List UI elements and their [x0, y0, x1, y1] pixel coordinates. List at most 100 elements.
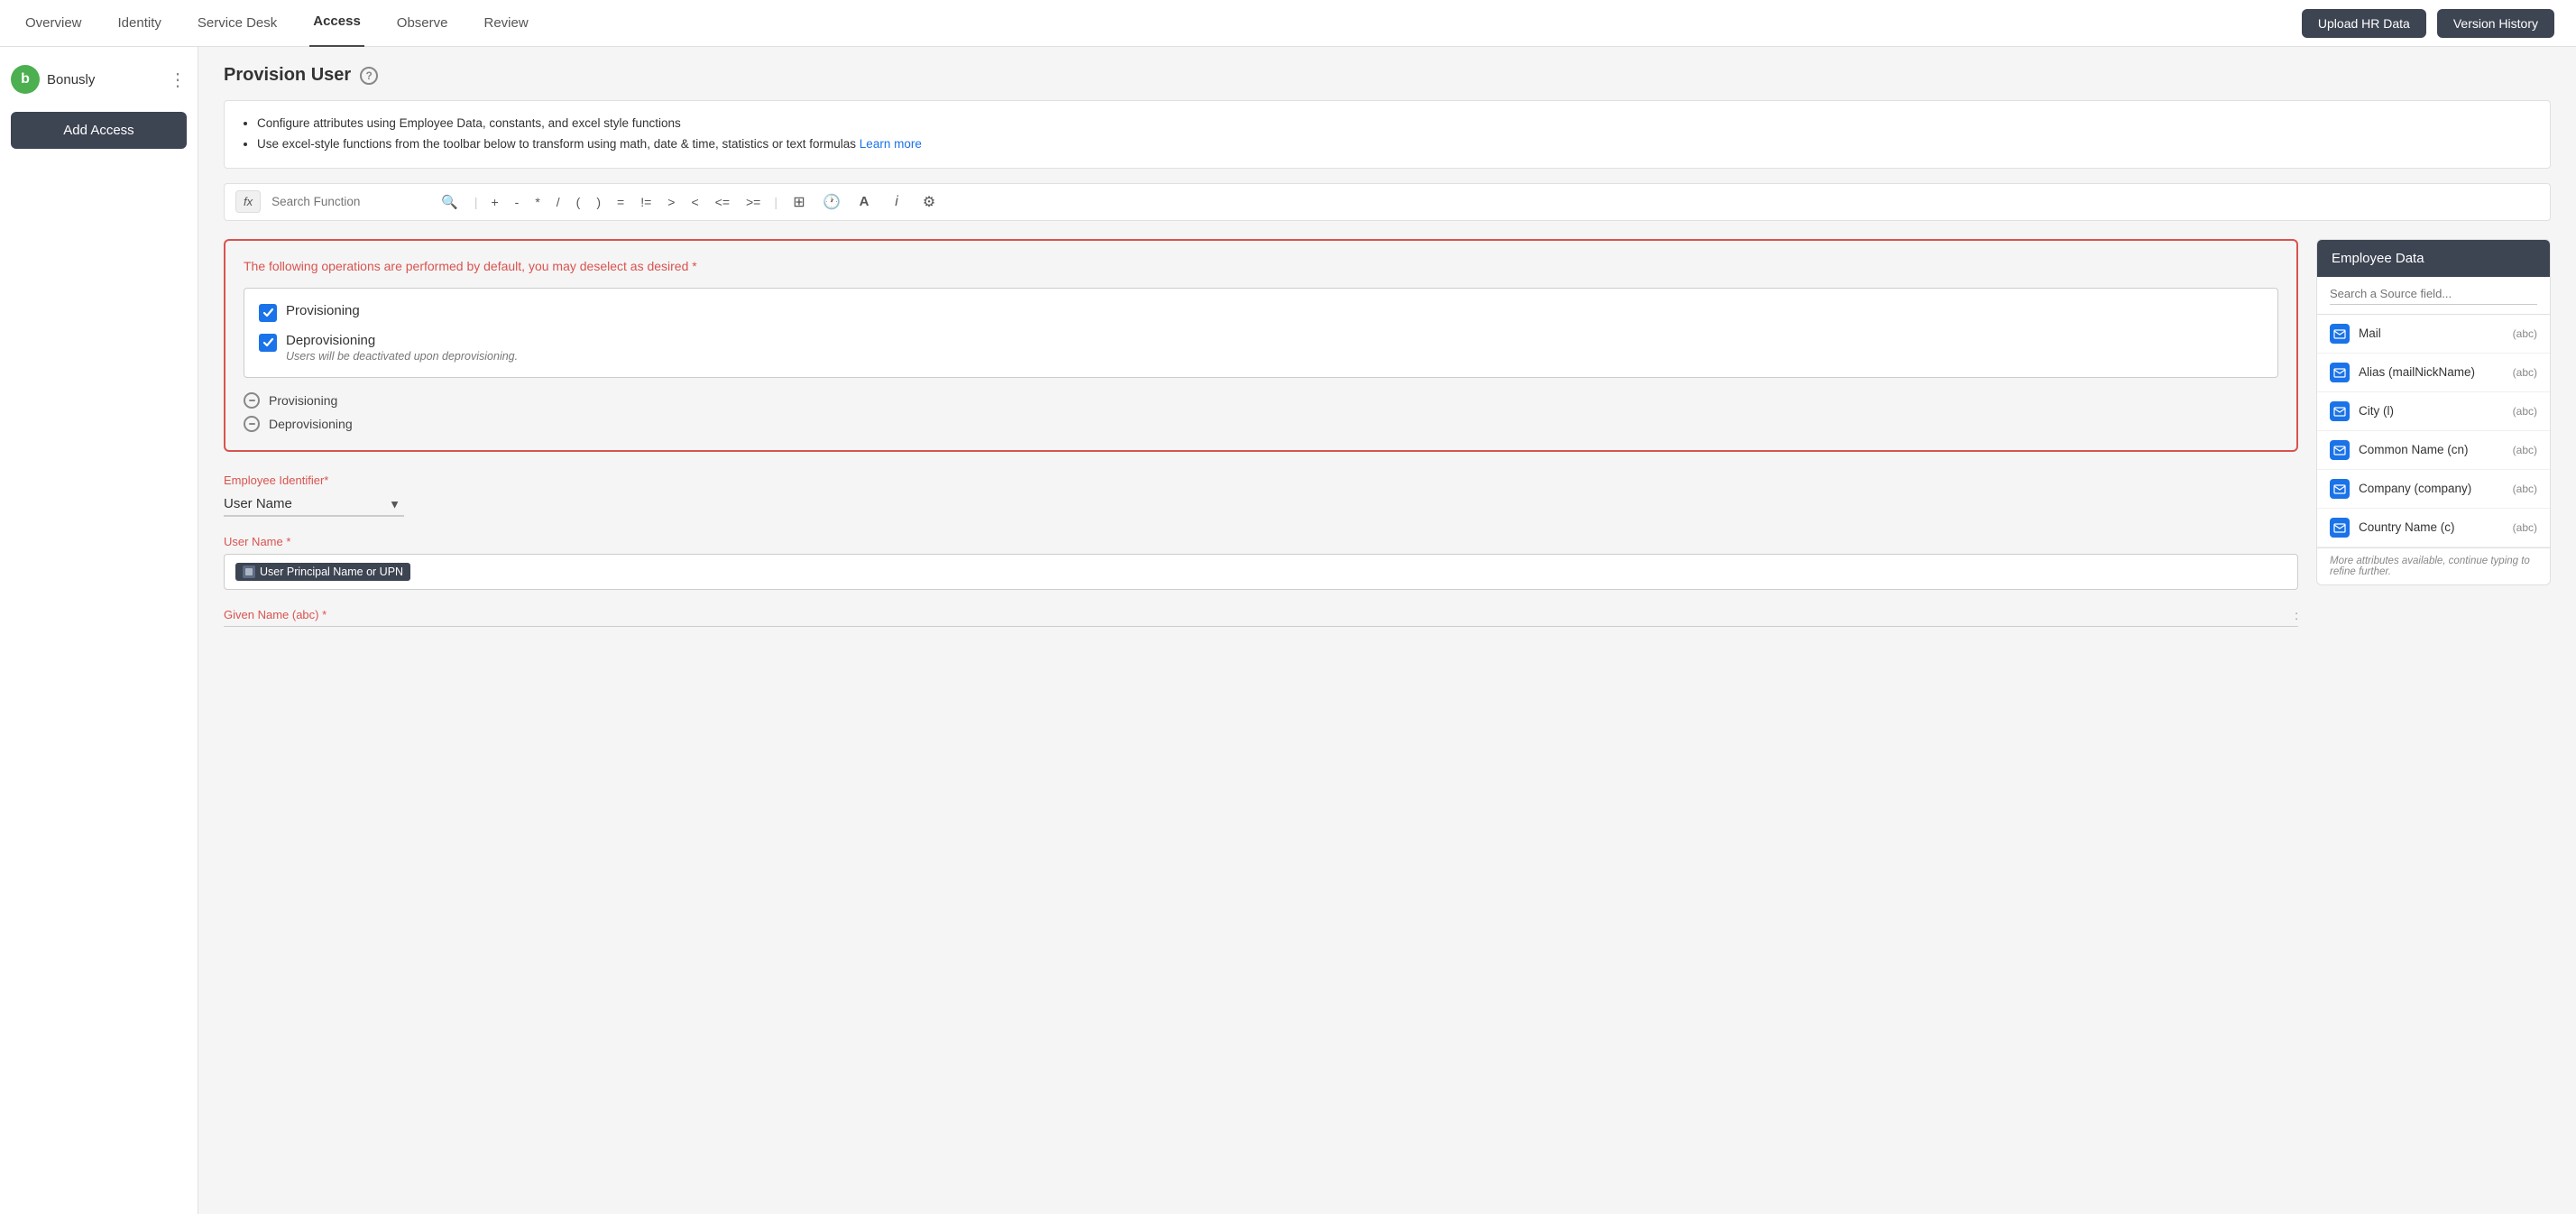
deprovisioning-sublabel: Users will be deactivated upon deprovisi…	[286, 350, 518, 363]
op-equals[interactable]: =	[612, 193, 629, 211]
emp-item-mail[interactable]: Mail (abc)	[2317, 315, 2550, 354]
emp-country-name: Country Name (c)	[2359, 520, 2504, 534]
nav-overview[interactable]: Overview	[22, 0, 86, 47]
employee-identifier-select[interactable]: User Name	[224, 492, 404, 517]
given-name-label: Given Name (abc) *	[224, 608, 327, 621]
circle-provisioning: Provisioning	[244, 392, 2278, 409]
info-box: Configure attributes using Employee Data…	[224, 100, 2551, 169]
info-icon[interactable]: i	[884, 189, 909, 215]
emp-item-cn[interactable]: Common Name (cn) (abc)	[2317, 431, 2550, 470]
text-icon[interactable]: A	[851, 189, 877, 215]
emp-item-country-icon	[2330, 518, 2350, 538]
provisioning-row: Provisioning	[259, 303, 2263, 322]
circle-ops: Provisioning Deprovisioning	[244, 392, 2278, 432]
operations-box: The following operations are performed b…	[224, 239, 2298, 452]
emp-item-cn-icon	[2330, 440, 2350, 460]
learn-more-link[interactable]: Learn more	[860, 137, 922, 151]
given-name-colon: :	[2295, 608, 2298, 622]
op-greater[interactable]: >	[663, 193, 679, 211]
kebab-menu-icon[interactable]: ⋮	[169, 69, 187, 91]
emp-company-name: Company (company)	[2359, 482, 2504, 495]
formula-toolbar: fx 🔍 | + - * / ( ) = != > < <= >= | ⊞ 🕐 …	[224, 183, 2551, 221]
emp-item-city[interactable]: City (l) (abc)	[2317, 392, 2550, 431]
content-main: The following operations are performed b…	[224, 239, 2298, 645]
op-multiply[interactable]: *	[530, 193, 544, 211]
employee-data-panel: Employee Data Mail (abc)	[2316, 239, 2551, 585]
op-minus[interactable]: -	[511, 193, 524, 211]
chip-icon	[243, 566, 255, 578]
nav-review[interactable]: Review	[481, 0, 532, 47]
op-close-paren[interactable]: )	[592, 193, 605, 211]
emp-item-company[interactable]: Company (company) (abc)	[2317, 470, 2550, 509]
emp-alias-type: (abc)	[2513, 366, 2537, 379]
op-not-equals[interactable]: !=	[636, 193, 656, 211]
emp-item-alias[interactable]: Alias (mailNickName) (abc)	[2317, 354, 2550, 392]
op-less[interactable]: <	[686, 193, 703, 211]
brand: b Bonusly	[11, 65, 95, 94]
user-name-value-row[interactable]: User Principal Name or UPN	[224, 554, 2298, 590]
operations-inner: Provisioning Deprovisioning U	[244, 288, 2278, 378]
add-access-button[interactable]: Add Access	[11, 112, 187, 149]
emp-item-company-icon	[2330, 479, 2350, 499]
nav-service-desk[interactable]: Service Desk	[194, 0, 281, 47]
provisioning-checkbox[interactable]	[259, 304, 277, 322]
brand-name: Bonusly	[47, 72, 95, 87]
emp-item-city-icon	[2330, 401, 2350, 421]
sidebar-header: b Bonusly ⋮	[11, 61, 187, 97]
user-name-group: User Name * User Principal Name or UPN	[224, 535, 2298, 590]
employee-data-footer: More attributes available, continue typi…	[2317, 547, 2550, 584]
op-divide[interactable]: /	[552, 193, 565, 211]
deprovisioning-checkbox[interactable]	[259, 334, 277, 352]
nav-access[interactable]: Access	[309, 0, 364, 48]
circle-deprovisioning: Deprovisioning	[244, 416, 2278, 432]
info-line-2: Use excel-style functions from the toolb…	[257, 134, 2534, 155]
employee-data-header: Employee Data	[2317, 240, 2550, 277]
fx-badge: fx	[235, 190, 261, 213]
emp-item-country[interactable]: Country Name (c) (abc)	[2317, 509, 2550, 547]
op-less-eq[interactable]: <=	[711, 193, 734, 211]
emp-item-alias-icon	[2330, 363, 2350, 382]
version-history-button[interactable]: Version History	[2437, 9, 2554, 38]
main-content: Provision User ? Configure attributes us…	[198, 47, 2576, 1214]
info-line-1: Configure attributes using Employee Data…	[257, 114, 2534, 134]
clock-icon[interactable]: 🕐	[819, 189, 844, 215]
employee-identifier-label: Employee Identifier*	[224, 474, 2298, 487]
circle-provisioning-label: Provisioning	[269, 393, 337, 408]
chip-label: User Principal Name or UPN	[260, 566, 403, 578]
emp-company-type: (abc)	[2513, 483, 2537, 495]
nav-observe[interactable]: Observe	[393, 0, 452, 47]
content-row: The following operations are performed b…	[224, 239, 2551, 645]
employee-data-list: Mail (abc) Alias (mailNickName) (abc)	[2317, 315, 2550, 547]
nav-items: Overview Identity Service Desk Access Ob…	[22, 0, 532, 48]
circle-provisioning-icon	[244, 392, 260, 409]
upn-chip[interactable]: User Principal Name or UPN	[235, 563, 410, 581]
employee-data-search	[2317, 277, 2550, 315]
nav-actions: Upload HR Data Version History	[2302, 9, 2554, 38]
search-icon: 🔍	[441, 194, 458, 210]
grid-icon[interactable]: ⊞	[787, 189, 812, 215]
emp-cn-type: (abc)	[2513, 444, 2537, 456]
nav-identity[interactable]: Identity	[115, 0, 165, 47]
op-open-paren[interactable]: (	[572, 193, 585, 211]
required-star: *	[692, 259, 696, 273]
brand-logo: b	[11, 65, 40, 94]
deprovisioning-label: Deprovisioning	[286, 333, 518, 348]
page-title: Provision User	[224, 65, 351, 86]
employee-identifier-select-wrap: User Name ▼	[224, 492, 404, 517]
employee-data-search-input[interactable]	[2330, 287, 2537, 300]
circle-deprovisioning-label: Deprovisioning	[269, 417, 353, 431]
emp-item-mail-icon	[2330, 324, 2350, 344]
emp-city-type: (abc)	[2513, 405, 2537, 418]
upload-hr-data-button[interactable]: Upload HR Data	[2302, 9, 2426, 38]
op-plus[interactable]: +	[486, 193, 502, 211]
emp-country-type: (abc)	[2513, 521, 2537, 534]
function-icon[interactable]: ⚙	[916, 189, 942, 215]
given-name-row: Given Name (abc) * :	[224, 608, 2298, 627]
search-underline	[2330, 304, 2537, 305]
help-icon[interactable]: ?	[360, 67, 378, 85]
search-function-input[interactable]	[271, 195, 434, 208]
emp-alias-name: Alias (mailNickName)	[2359, 365, 2504, 379]
emp-mail-name: Mail	[2359, 326, 2504, 340]
emp-mail-type: (abc)	[2513, 327, 2537, 340]
op-greater-eq[interactable]: >=	[741, 193, 765, 211]
